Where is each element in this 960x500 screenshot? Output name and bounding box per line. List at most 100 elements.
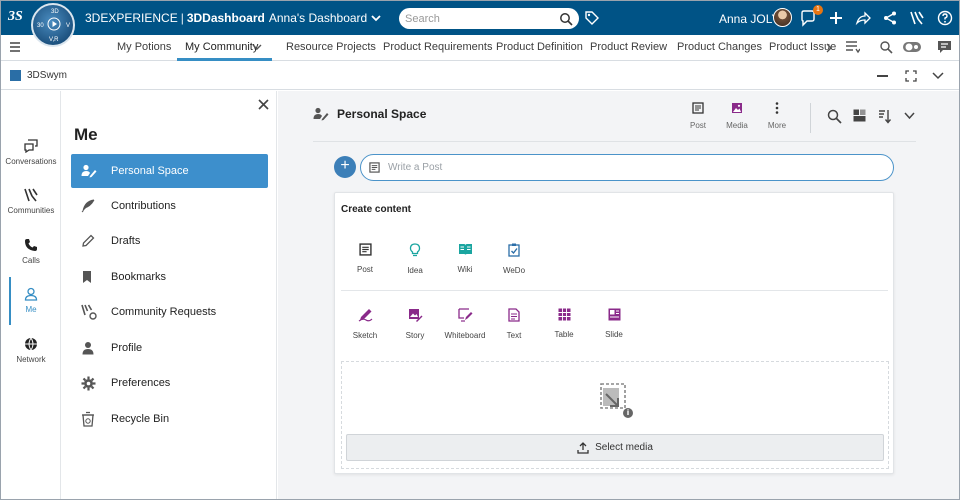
upload-icon xyxy=(577,441,589,454)
community-request-icon xyxy=(71,304,101,320)
feather-icon xyxy=(71,199,101,213)
me-item-label: Drafts xyxy=(111,235,141,247)
tab-resource-projects[interactable]: Resource Projects xyxy=(286,41,376,53)
compass-label-bottom: V,R xyxy=(49,37,59,43)
create-label: Whiteboard xyxy=(444,331,486,340)
search-user-icon[interactable] xyxy=(879,40,894,55)
me-item-contributions[interactable]: Contributions xyxy=(71,189,268,223)
rail-label-conversations: Conversations xyxy=(5,157,57,166)
me-item-label: Preferences xyxy=(111,377,171,389)
tabs-scroll-right-icon[interactable] xyxy=(826,43,832,53)
dashboard-tabs: My Potions My Community Resource Project… xyxy=(1,35,959,61)
media-tool-button[interactable]: Media xyxy=(717,102,757,130)
phone-icon xyxy=(1,238,61,252)
app-bar: 3DSwym xyxy=(1,62,959,90)
header-divider xyxy=(313,141,916,142)
create-label: Text xyxy=(506,331,522,340)
personal-space-icon xyxy=(71,164,101,178)
tab-product-review[interactable]: Product Review xyxy=(590,41,667,53)
tab-my-potions[interactable]: My Potions xyxy=(117,41,171,53)
toolbar-divider xyxy=(810,103,811,133)
me-item-label: Bookmarks xyxy=(111,271,167,283)
rail-label-me: Me xyxy=(25,305,37,314)
fullscreen-icon[interactable] xyxy=(905,70,917,82)
share-arrow-icon[interactable] xyxy=(854,9,872,27)
rail-item-calls[interactable]: Calls xyxy=(1,238,61,265)
more-tool-label: More xyxy=(767,121,787,130)
tab-list-icon[interactable] xyxy=(845,40,860,54)
post-input-placeholder: Write a Post xyxy=(388,162,443,173)
write-post-field[interactable]: Write a Post xyxy=(360,154,894,181)
user-name[interactable]: Anna JOLY xyxy=(719,12,779,26)
tab-product-changes[interactable]: Product Changes xyxy=(677,41,762,53)
plus-icon[interactable] xyxy=(827,9,845,27)
sort-filter-icon[interactable] xyxy=(878,109,892,124)
me-item-label: Profile xyxy=(111,342,143,354)
share-icon[interactable] xyxy=(881,9,899,27)
me-item-personal-space[interactable]: Personal Space xyxy=(71,154,268,188)
close-icon[interactable] xyxy=(258,99,269,110)
brand-app: 3DDashboard xyxy=(186,11,265,25)
person-icon xyxy=(1,287,61,301)
dashboard-name: Anna's Dashboard xyxy=(268,11,368,25)
me-item-bookmarks[interactable]: Bookmarks xyxy=(71,260,268,294)
me-item-drafts[interactable]: Drafts xyxy=(71,224,268,258)
bookmark-icon xyxy=(71,270,101,284)
hamburger-menu-icon[interactable] xyxy=(9,41,21,53)
me-panel: Me Personal Space Contributions Drafts B… xyxy=(62,91,277,499)
search-icon[interactable] xyxy=(827,109,842,124)
brand-separator: | xyxy=(180,11,184,25)
media-upload-icon xyxy=(598,382,634,420)
brand-title[interactable]: 3DEXPERIENCE | 3DDashboard Anna's Dashbo… xyxy=(85,11,381,25)
chevron-down-icon[interactable] xyxy=(904,112,915,120)
avatar[interactable] xyxy=(773,8,792,27)
chat-icon[interactable] xyxy=(937,40,952,54)
post-tool-button[interactable]: Post xyxy=(678,102,718,130)
me-item-label: Personal Space xyxy=(111,165,189,177)
minimize-icon[interactable] xyxy=(877,75,888,77)
layout-icon[interactable] xyxy=(853,109,866,122)
pencil-icon xyxy=(71,234,101,248)
checklist-icon xyxy=(484,243,544,257)
create-label: Story xyxy=(405,331,425,340)
personal-space-icon xyxy=(313,107,329,121)
active-tab-underline xyxy=(177,58,272,61)
select-media-label: Select media xyxy=(595,442,653,453)
select-media-button[interactable]: Select media xyxy=(346,434,884,461)
play-icon xyxy=(47,17,61,31)
apps-compass-icon[interactable] xyxy=(908,9,926,27)
more-tool-button[interactable]: More xyxy=(757,102,797,130)
post-icon xyxy=(678,102,718,114)
chevron-down-icon[interactable] xyxy=(371,14,381,22)
network-globe-icon xyxy=(1,337,61,351)
media-drop-zone[interactable]: Select media xyxy=(341,361,889,469)
me-item-profile[interactable]: Profile xyxy=(71,331,268,365)
search-input[interactable]: Search xyxy=(405,13,559,25)
add-post-button[interactable]: + xyxy=(334,156,356,178)
compass-button[interactable]: 3D 30 V V,R xyxy=(31,3,75,47)
ds-logo[interactable]: 3S xyxy=(8,9,23,25)
tab-product-definition[interactable]: Product Definition xyxy=(496,41,583,53)
help-icon[interactable] xyxy=(936,9,954,27)
rail-item-network[interactable]: Network xyxy=(1,337,61,364)
me-item-label: Community Requests xyxy=(111,306,217,318)
create-label: Table xyxy=(554,330,574,339)
create-label: WeDo xyxy=(502,266,526,275)
app-chevron-down-icon[interactable] xyxy=(932,72,944,80)
rail-item-me[interactable]: Me xyxy=(1,287,61,314)
rail-item-communities[interactable]: Communities xyxy=(1,188,61,215)
rail-item-conversations[interactable]: Conversations xyxy=(1,139,61,166)
me-item-preferences[interactable]: Preferences xyxy=(71,366,268,400)
me-item-community-requests[interactable]: Community Requests xyxy=(71,295,268,329)
me-item-label: Recycle Bin xyxy=(111,413,170,425)
create-wedo-button[interactable]: WeDo xyxy=(484,243,544,275)
tab-chevron-down-icon[interactable] xyxy=(252,44,262,51)
tag-icon[interactable] xyxy=(583,9,601,27)
search-icon[interactable] xyxy=(559,12,573,26)
create-slide-button[interactable]: Slide xyxy=(584,308,644,339)
tab-product-requirements[interactable]: Product Requirements xyxy=(383,41,492,53)
me-item-recycle-bin[interactable]: Recycle Bin xyxy=(71,402,268,436)
search-field[interactable]: Search xyxy=(399,8,579,29)
toggle-icon[interactable] xyxy=(902,40,922,54)
tab-my-community[interactable]: My Community xyxy=(185,41,258,53)
